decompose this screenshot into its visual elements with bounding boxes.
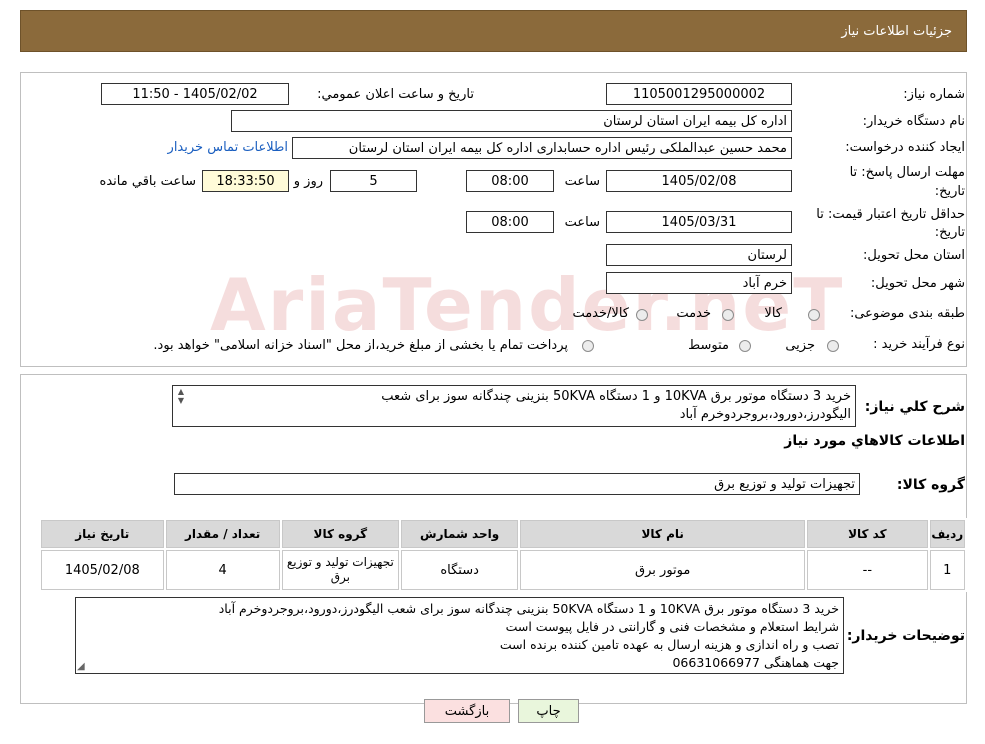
deadline-label-date: تاریخ: (934, 184, 965, 199)
category-radio-goods-service[interactable] (636, 309, 648, 321)
page-title: جزئیات اطلاعات نیاز (841, 24, 952, 39)
cell-row-number: 1 (929, 550, 965, 590)
need-number-label: شماره نیاز: (903, 87, 965, 102)
category-radio-goods[interactable] (808, 309, 820, 321)
buyer-contact-link[interactable]: اطلاعات تماس خريدار (168, 140, 288, 155)
process-treasury-note: پرداخت تمام يا بخشی از مبلغ خريد،از محل … (153, 338, 568, 353)
items-table: رديف کد کالا نام کالا واحد شمارش گروه کا… (39, 518, 967, 592)
remaining-time-field: 18:33:50 (202, 170, 289, 192)
process-radio-minor[interactable] (827, 340, 839, 352)
summary-line-2: الیگودرز،دورود،بروجردوخرم آباد (679, 407, 851, 422)
goods-group-field: تجهیزات تولید و توزیع برق (174, 473, 860, 495)
col-quantity: تعداد / مقدار (165, 520, 280, 548)
page-header: جزئیات اطلاعات نیاز (20, 10, 967, 52)
days-remaining-field: 5 (330, 170, 417, 192)
announce-label: تاریخ و ساعت اعلان عمومي: (317, 87, 474, 102)
summary-line-1: خرید 3 دستگاه موتور برق 10KVA و 1 دستگاه… (381, 389, 851, 404)
summary-label: شرح کلي نياز: (864, 399, 965, 415)
province-field: لرستان (606, 244, 792, 266)
resize-grip-icon[interactable]: ◢ (77, 661, 85, 672)
remaining-time-label: ساعت باقي مانده (99, 174, 196, 189)
items-table-header-row: رديف کد کالا نام کالا واحد شمارش گروه کا… (41, 520, 965, 548)
print-button[interactable]: چاپ (518, 699, 579, 723)
validity-label-date: تاريخ: (934, 225, 965, 240)
process-radio-medium[interactable] (739, 340, 751, 352)
validity-time-field: 08:00 (466, 211, 554, 233)
buyer-notes-line-3: تصب و راه اندازی و هزینه ارسال به عهده ت… (499, 637, 839, 652)
validity-time-label: ساعت (564, 215, 600, 230)
goods-info-title: اطلاعات کالاهاي مورد نياز (784, 433, 965, 449)
category-radio-service[interactable] (722, 309, 734, 321)
requester-label: ايجاد کننده درخواست: (845, 140, 965, 155)
buyer-org-field: اداره کل بیمه ایران استان لرستان (231, 110, 792, 132)
validity-date-field: 1405/03/31 (606, 211, 792, 233)
need-number-field: 1105001295000002 (606, 83, 792, 105)
province-label: استان محل تحويل: (863, 248, 965, 263)
goods-group-label: گروه کالا: (896, 477, 965, 493)
days-label: روز و (293, 174, 323, 189)
announce-datetime-field: 1405/02/02 - 11:50 (101, 83, 289, 105)
col-goods-group: گروه کالا (281, 520, 399, 548)
category-option-goods-service: کالا/خدمت (572, 306, 629, 321)
city-field: خرم آباد (606, 272, 792, 294)
cell-need-date: 1405/02/08 (41, 550, 164, 590)
col-row-number: رديف (929, 520, 965, 548)
deadline-time-field: 08:00 (466, 170, 554, 192)
col-need-date: تاريخ نياز (41, 520, 164, 548)
cell-unit: دستگاه (400, 550, 519, 590)
cell-item-code: -- (807, 550, 928, 590)
back-button[interactable]: بازگشت (424, 699, 510, 723)
process-checkbox-treasury[interactable] (582, 340, 594, 352)
deadline-date-field: 1405/02/08 (606, 170, 792, 192)
buyer-notes-textarea[interactable]: خرید 3 دستگاه موتور برق 10KVA و 1 دستگاه… (75, 597, 844, 674)
buyer-notes-label: توضيحات خريدار: (846, 628, 965, 644)
validity-label: حداقل تاريخ اعتبار قيمت: تا (816, 207, 965, 222)
process-option-minor: جزیی (785, 338, 815, 353)
cell-quantity: 4 (165, 550, 280, 590)
buyer-notes-line-2: شرایط استعلام و مشخصات فنی و گارانتی در … (505, 619, 839, 634)
summary-scroll-arrows[interactable]: ▲ ▼ (175, 387, 187, 405)
cell-goods-group: تجهیزات تولید و توزیع برق (281, 550, 399, 590)
buyer-notes-line-4: جهت هماهنگی 06631066977 (672, 655, 839, 670)
table-row: 1 -- موتور برق دستگاه تجهیزات تولید و تو… (41, 550, 965, 590)
col-item-name: نام کالا (520, 520, 806, 548)
category-label: طبقه بندی موضوعی: (849, 306, 965, 321)
scroll-down-icon[interactable]: ▼ (178, 396, 184, 405)
process-option-medium: متوسط (688, 338, 729, 353)
cell-item-name: موتور برق (520, 550, 806, 590)
deadline-time-label: ساعت (564, 174, 600, 189)
category-option-service: خدمت (676, 306, 711, 321)
requester-field: محمد حسین عبدالملکی رئیس اداره حسابداری … (292, 137, 792, 159)
process-label: نوع فرآیند خرید : (873, 337, 965, 352)
buyer-notes-line-1: خرید 3 دستگاه موتور برق 10KVA و 1 دستگاه… (218, 601, 839, 616)
city-label: شهر محل تحويل: (870, 276, 965, 291)
col-unit: واحد شمارش (400, 520, 519, 548)
deadline-label: مهلت ارسال پاسخ: تا (849, 165, 965, 180)
col-item-code: کد کالا (807, 520, 928, 548)
summary-textarea[interactable]: خرید 3 دستگاه موتور برق 10KVA و 1 دستگاه… (172, 385, 856, 427)
buyer-org-label: نام دستگاه خريدار: (862, 114, 965, 129)
category-option-goods: کالا (764, 306, 782, 321)
scroll-up-icon[interactable]: ▲ (178, 387, 184, 396)
